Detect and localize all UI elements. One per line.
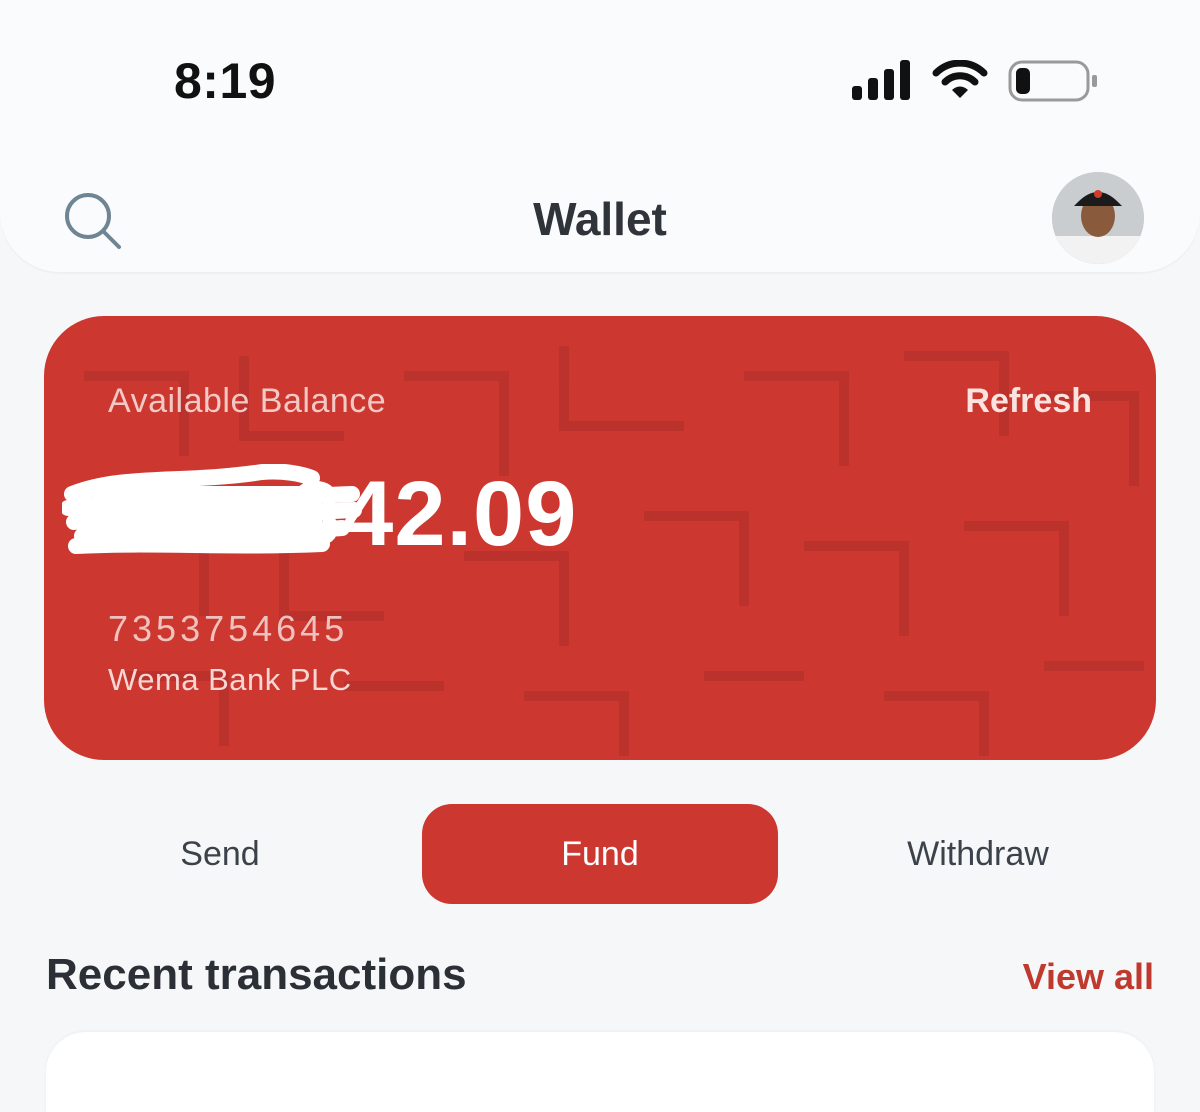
- account-number: 7353754645: [108, 608, 349, 649]
- app-header: Wallet: [0, 150, 1200, 272]
- avatar[interactable]: [1052, 172, 1144, 264]
- refresh-button[interactable]: Refresh: [965, 382, 1092, 421]
- transactions-card: [46, 1032, 1154, 1112]
- view-all-link[interactable]: View all: [1023, 956, 1154, 998]
- recent-transactions-title: Recent transactions: [46, 950, 467, 999]
- avatar-image: [1052, 172, 1144, 264]
- battery-icon: [1008, 60, 1097, 102]
- withdraw-button[interactable]: Withdraw: [858, 804, 1098, 904]
- send-button[interactable]: Send: [100, 804, 340, 904]
- fund-button[interactable]: Fund: [422, 804, 778, 904]
- wifi-icon: [932, 60, 988, 98]
- bank-name: Wema Bank PLC: [108, 662, 352, 697]
- balance-card: Available Balance Refresh 342.09 7353754…: [44, 316, 1156, 760]
- status-time: 8:19: [174, 53, 277, 109]
- available-balance-label: Available Balance: [108, 382, 387, 420]
- wallet-actions: Send Fund Withdraw: [0, 804, 1200, 904]
- status-bar: 8:19: [0, 0, 1200, 150]
- signal-icon: [852, 60, 910, 100]
- page-title: Wallet: [533, 193, 667, 245]
- balance-amount: 342.09: [290, 463, 578, 565]
